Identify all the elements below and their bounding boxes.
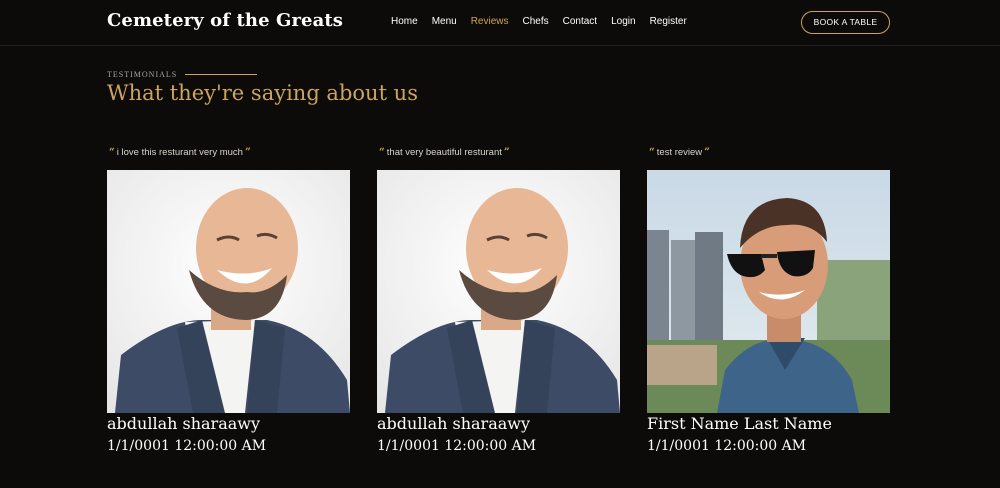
reviewer-photo [107, 170, 350, 413]
quote-open-icon: “ [379, 147, 385, 158]
section-kicker: TESTIMONIALS [107, 70, 178, 79]
testimonial-quote: “i love this resturant very much” [107, 146, 350, 160]
site-header: Cemetery of the Greats Home Menu Reviews… [0, 0, 1000, 46]
nav-menu[interactable]: Menu [432, 16, 457, 27]
quote-text: i love this resturant very much [116, 147, 243, 158]
quote-text: that very beautiful resturant [386, 147, 502, 158]
testimonial-quote: “that very beautiful resturant” [377, 146, 620, 160]
nav-reviews[interactable]: Reviews [471, 16, 509, 27]
testimonial-card: “that very beautiful resturant” abdullah… [377, 146, 620, 455]
review-date: 1/1/0001 12:00:00 AM [647, 438, 807, 454]
review-date: 1/1/0001 12:00:00 AM [377, 438, 537, 454]
reviewer-name: abdullah sharaawy [377, 414, 531, 433]
quote-open-icon: “ [109, 147, 115, 158]
site-logo[interactable]: Cemetery of the Greats [107, 10, 343, 31]
testimonial-card: “test review” First Name Last Name 1/1/0… [647, 146, 890, 455]
nav-login[interactable]: Login [611, 16, 635, 27]
main-nav: Home Menu Reviews Chefs Contact Login Re… [391, 16, 701, 27]
reviewer-photo [647, 170, 890, 413]
quote-close-icon: ” [704, 147, 710, 158]
reviewer-name: abdullah sharaawy [107, 414, 261, 433]
kicker-divider [185, 74, 257, 75]
quote-open-icon: “ [649, 147, 655, 158]
review-date: 1/1/0001 12:00:00 AM [107, 438, 267, 454]
reviewer-photo [377, 170, 620, 413]
nav-register[interactable]: Register [650, 16, 687, 27]
section-title: What they're saying about us [107, 81, 418, 105]
reviewer-name: First Name Last Name [647, 414, 832, 433]
quote-close-icon: ” [503, 147, 510, 158]
quote-close-icon: ” [244, 147, 251, 158]
nav-home[interactable]: Home [391, 16, 418, 27]
testimonial-card: “i love this resturant very much” abdull… [107, 146, 350, 455]
nav-chefs[interactable]: Chefs [523, 16, 549, 27]
testimonial-quote: “test review” [647, 146, 890, 160]
quote-text: test review [656, 147, 703, 158]
nav-contact[interactable]: Contact [563, 16, 597, 27]
book-table-button[interactable]: BOOK A TABLE [801, 11, 890, 34]
